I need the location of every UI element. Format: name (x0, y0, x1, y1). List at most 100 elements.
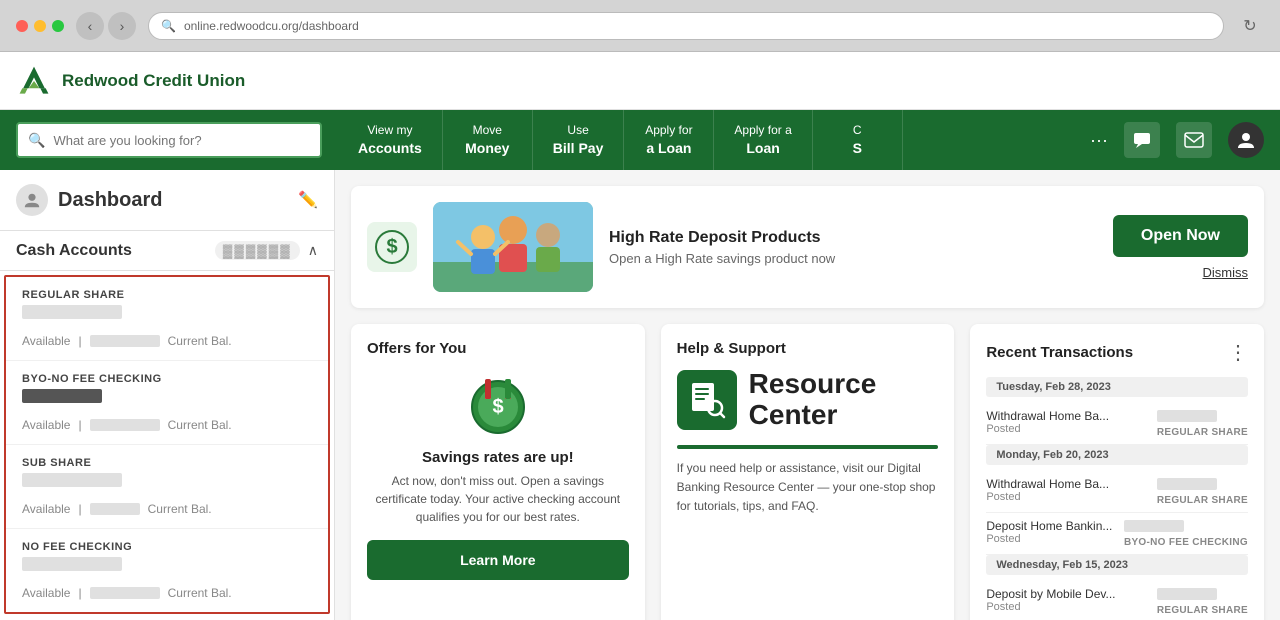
txn-amount-3 (1124, 520, 1184, 532)
help-card: Help & Support (661, 324, 955, 620)
txn-item-4[interactable]: Deposit by Mobile Dev... Posted REGULAR … (986, 581, 1248, 620)
nav-more-button[interactable]: ··· (1090, 130, 1108, 151)
medal-icon-wrapper: $ (463, 369, 533, 439)
avatar-icon (1236, 130, 1256, 150)
separator-nfc: | (78, 586, 81, 600)
txn-item-3[interactable]: Deposit Home Bankin... Posted BYO-NO FEE… (986, 513, 1248, 555)
navbar: 🔍 View my Accounts Move Money Use Bill P… (0, 110, 1280, 170)
account-balances-regular-share: Available | Current Bal. (22, 334, 312, 348)
available-label-sub: Available (22, 502, 70, 516)
txn-date-feb28: Tuesday, Feb 28, 2023 (986, 377, 1248, 397)
document-search-icon (687, 380, 727, 420)
search-area: 🔍 (0, 110, 338, 170)
account-item-byo-no-fee[interactable]: BYO-NO FEE CHECKING Available | Current … (6, 361, 328, 445)
nav-view-accounts-bottom: Accounts (358, 139, 422, 157)
account-item-regular-share[interactable]: REGULAR SHARE Available | Current Bal. (6, 277, 328, 361)
account-balances-sub-share: Available | Current Bal. (22, 502, 312, 516)
nav-item-apply-loan[interactable]: Apply for a Loan (624, 110, 714, 170)
medal-icon: $ (463, 369, 533, 439)
txn-item-1[interactable]: Withdrawal Home Ba... Posted REGULAR SHA… (986, 403, 1248, 445)
nav-cs-bottom: S (853, 139, 862, 157)
account-item-no-fee-checking[interactable]: NO FEE CHECKING Available | Current Bal. (6, 529, 328, 612)
offers-card: Offers for You $ (351, 324, 645, 620)
edit-icon[interactable]: ✏️ (298, 190, 318, 210)
account-number-sub-share (22, 473, 122, 487)
svg-text:$: $ (386, 236, 397, 258)
dismiss-link[interactable]: Dismiss (1203, 265, 1249, 280)
account-name-no-fee-checking: NO FEE CHECKING (22, 541, 312, 553)
txn-account-4: REGULAR SHARE (1157, 605, 1248, 616)
nav-buttons: ‹ › (76, 12, 136, 40)
nav-item-cs[interactable]: C S (813, 110, 903, 170)
transactions-header: Recent Transactions ⋮ (986, 340, 1248, 365)
nav-apply-loan-bottom: a Loan (646, 139, 691, 157)
maximize-button[interactable] (52, 20, 64, 32)
chat-icon-button[interactable] (1124, 122, 1160, 158)
forward-button[interactable]: › (108, 12, 136, 40)
search-input[interactable] (53, 133, 310, 148)
account-name-regular-share: REGULAR SHARE (22, 289, 312, 301)
txn-account-2: REGULAR SHARE (1157, 495, 1248, 506)
learn-more-button[interactable]: Learn More (367, 540, 629, 580)
reload-button[interactable]: ↻ (1236, 12, 1264, 40)
promo-title: High Rate Deposit Products (609, 229, 1097, 247)
sidebar: Dashboard ✏️ Cash Accounts ▓▓▓▓▓▓ ∧ (0, 170, 335, 620)
nav-item-apply-loan2[interactable]: Apply for a Loan (714, 110, 812, 170)
logo-area: Redwood Credit Union (16, 63, 306, 99)
accounts-list: REGULAR SHARE Available | Current Bal. B… (4, 275, 330, 614)
cash-accounts-section: Cash Accounts ▓▓▓▓▓▓ ∧ REGULAR SHARE Ava… (0, 231, 334, 614)
txn-name-3: Deposit Home Bankin... (986, 519, 1112, 533)
txn-item-4-left: Deposit by Mobile Dev... Posted (986, 587, 1115, 613)
account-item-sub-share[interactable]: SUB SHARE Available | Current Bal. (6, 445, 328, 529)
nav-move-money-bottom: Money (465, 139, 509, 157)
cash-accounts-total: ▓▓▓▓▓▓ (215, 241, 300, 260)
help-description: If you need help or assistance, visit ou… (677, 459, 939, 517)
txn-item-2-right: REGULAR SHARE (1157, 477, 1248, 506)
traffic-lights (16, 20, 64, 32)
account-number-byo-no-fee (22, 389, 102, 403)
address-bar[interactable]: 🔍 online.redwoodcu.org/dashboard (148, 12, 1224, 40)
transactions-menu-button[interactable]: ⋮ (1228, 340, 1248, 365)
txn-item-1-right: REGULAR SHARE (1157, 409, 1248, 438)
open-now-button[interactable]: Open Now (1113, 215, 1248, 257)
search-box[interactable]: 🔍 (16, 122, 322, 158)
txn-item-2[interactable]: Withdrawal Home Ba... Posted REGULAR SHA… (986, 471, 1248, 513)
dashboard-user-icon (16, 184, 48, 216)
logo-text: Redwood Credit Union (62, 71, 245, 91)
people-image (433, 202, 593, 292)
available-label: Available (22, 334, 70, 348)
promo-image (433, 202, 593, 292)
close-button[interactable] (16, 20, 28, 32)
resource-center-box: ResourceCenter (677, 369, 939, 431)
transactions-title: Recent Transactions (986, 344, 1133, 361)
chat-icon (1132, 130, 1152, 150)
help-content: ResourceCenter If you need help or assis… (677, 369, 939, 516)
txn-item-1-left: Withdrawal Home Ba... Posted (986, 409, 1109, 435)
account-name-sub-share: SUB SHARE (22, 457, 312, 469)
cash-accounts-header: Cash Accounts ▓▓▓▓▓▓ ∧ (0, 231, 334, 271)
txn-status-3: Posted (986, 533, 1112, 545)
nav-item-move-money[interactable]: Move Money (443, 110, 533, 170)
mail-icon (1184, 132, 1204, 148)
nav-item-view-accounts[interactable]: View my Accounts (338, 110, 443, 170)
nav-item-bill-pay[interactable]: Use Bill Pay (533, 110, 625, 170)
cash-accounts-chevron[interactable]: ∧ (308, 242, 318, 259)
user-icon (23, 191, 41, 209)
minimize-button[interactable] (34, 20, 46, 32)
mail-icon-button[interactable] (1176, 122, 1212, 158)
main-content: $ (335, 170, 1280, 620)
account-number-regular-share (22, 305, 122, 319)
cash-accounts-title: Cash Accounts (16, 242, 132, 260)
nav-move-money-top: Move (473, 123, 502, 139)
txn-account-1: REGULAR SHARE (1157, 427, 1248, 438)
current-bal-amount (90, 335, 160, 347)
resource-center-icon (677, 370, 737, 430)
dashboard-title: Dashboard (58, 189, 162, 212)
separator-byo: | (78, 418, 81, 432)
user-avatar[interactable] (1228, 122, 1264, 158)
address-search-icon: 🔍 (161, 19, 176, 33)
txn-status-2: Posted (986, 491, 1109, 503)
txn-amount-2 (1157, 478, 1217, 490)
back-button[interactable]: ‹ (76, 12, 104, 40)
current-bal-label: Current Bal. (168, 334, 232, 348)
